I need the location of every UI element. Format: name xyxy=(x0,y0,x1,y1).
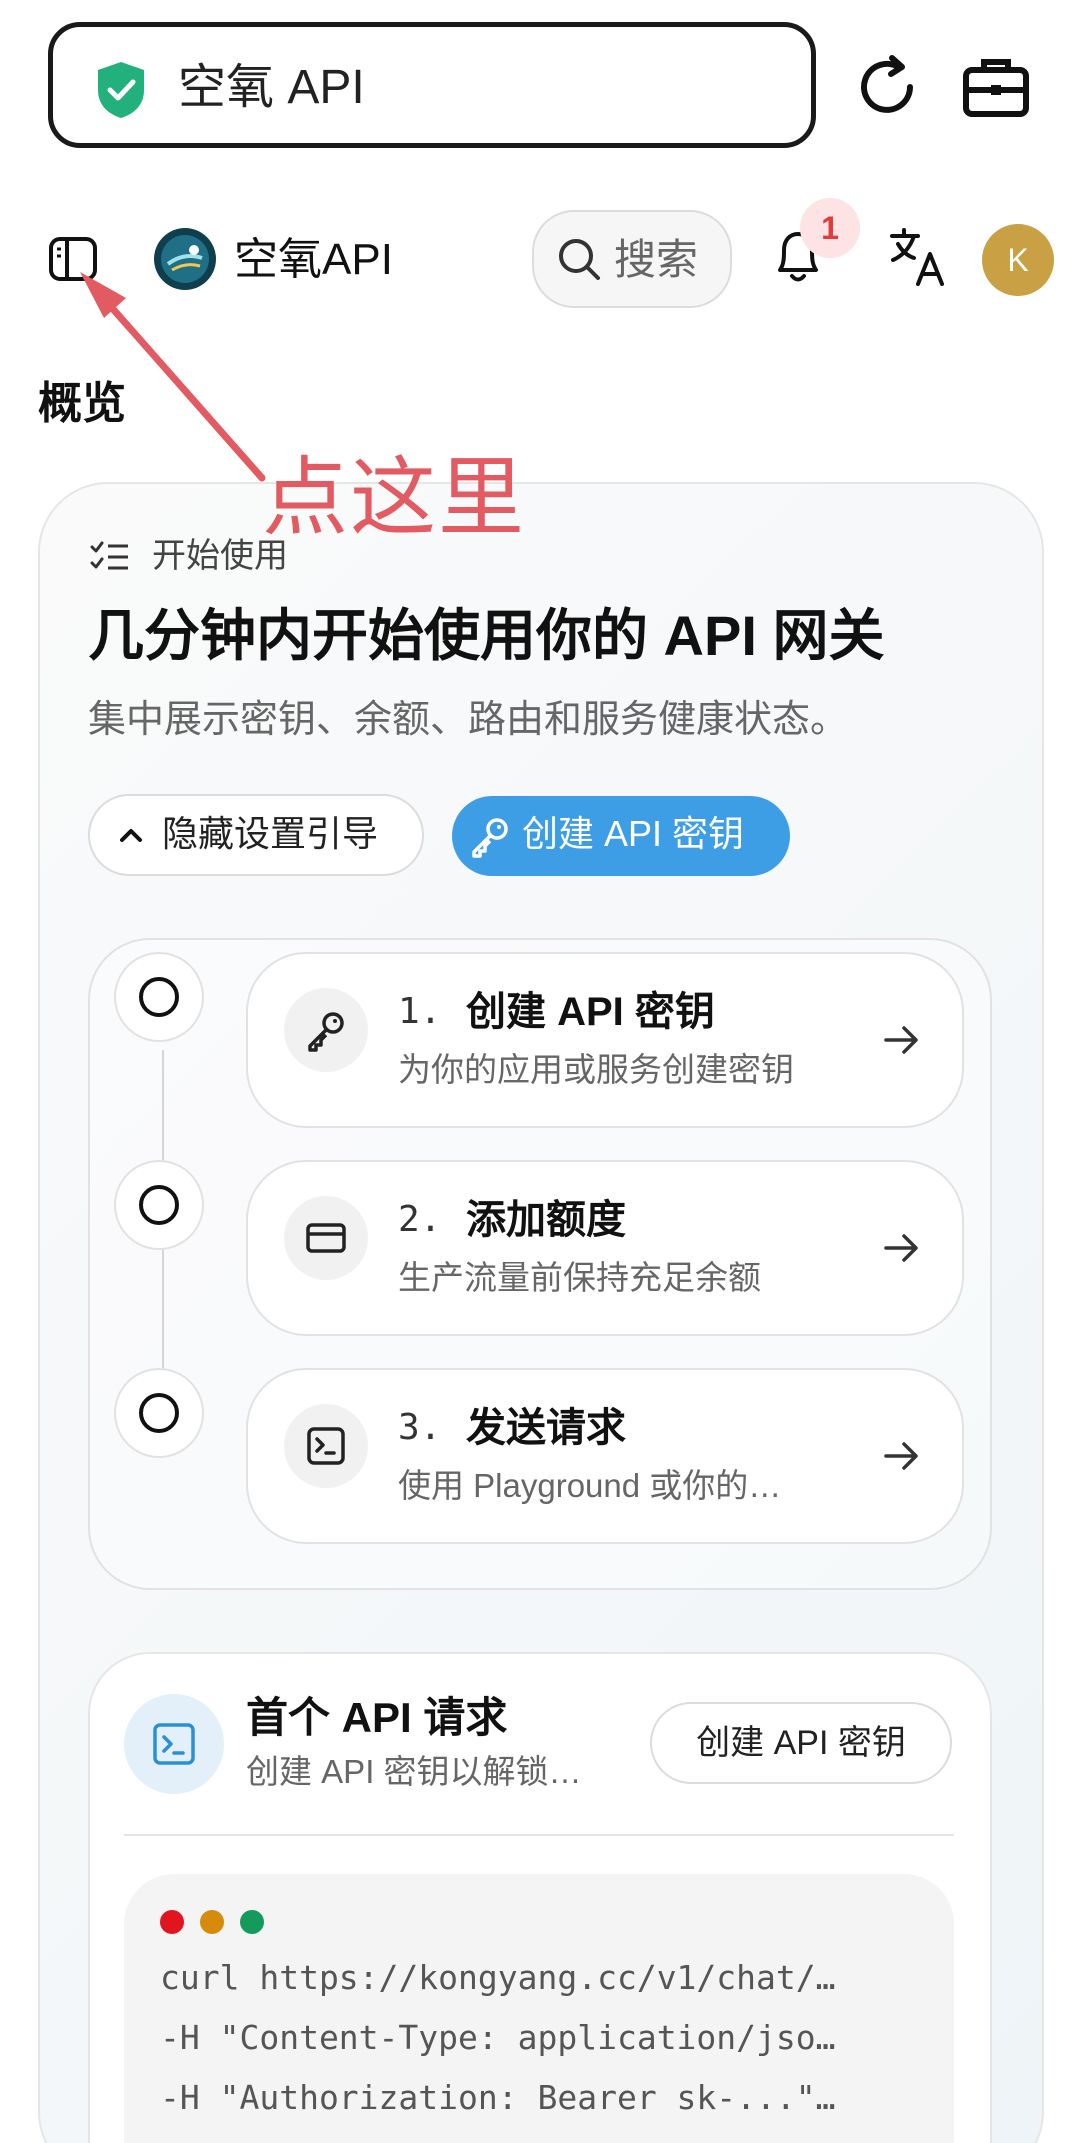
step-1-description: 为你的应用或服务创建密钥 xyxy=(398,1051,794,1088)
translate-icon[interactable] xyxy=(888,226,948,288)
hero-subtitle: 集中展示密钥、余额、路由和服务健康状态。 xyxy=(88,699,849,741)
checklist-icon xyxy=(90,541,128,570)
shield-check-icon xyxy=(98,62,144,118)
step-3-number: 3. xyxy=(398,1407,442,1448)
toolbox-icon[interactable] xyxy=(960,52,1032,122)
step-3-description: 使用 Playground 或你的… xyxy=(398,1467,782,1504)
window-dot-red xyxy=(160,1910,184,1934)
arrow-right-icon xyxy=(884,1026,918,1054)
step-2-status-icon xyxy=(114,1160,204,1250)
terminal-icon xyxy=(307,1427,345,1465)
step-3-status-icon xyxy=(114,1368,204,1458)
credit-card-icon xyxy=(306,1223,346,1253)
search-icon xyxy=(559,239,600,280)
create-api-key-label: 创建 API 密钥 xyxy=(522,813,745,854)
search-label: 搜索 xyxy=(614,236,699,283)
step-2-description: 生产流量前保持充足余额 xyxy=(398,1259,761,1296)
hero-title: 几分钟内开始使用你的 API 网关 xyxy=(88,604,885,667)
step-1-number: 1. xyxy=(398,991,442,1032)
sidebar-toggle-icon[interactable] xyxy=(48,236,98,282)
divider xyxy=(124,1834,954,1836)
annotation-label: 点这里 xyxy=(262,450,526,546)
reload-icon[interactable] xyxy=(852,52,922,122)
key-icon xyxy=(308,1012,344,1052)
arrow-right-icon xyxy=(884,1442,918,1470)
arrow-right-icon xyxy=(884,1234,918,1262)
hide-setup-guide-label: 隐藏设置引导 xyxy=(162,813,379,854)
code-line-3: -H "Authorization: Bearer sk-..."… xyxy=(160,2078,836,2117)
chevron-up-icon xyxy=(120,829,142,842)
step-2-title: 添加额度 xyxy=(466,1198,626,1242)
first-request-subtitle: 创建 API 密钥以解锁… xyxy=(246,1753,582,1790)
brand-name[interactable]: 空氧API xyxy=(234,232,393,288)
step-1-status-icon xyxy=(114,952,204,1042)
terminal-icon xyxy=(153,1723,195,1765)
step-2-number: 2. xyxy=(398,1199,442,1240)
step-3-title: 发送请求 xyxy=(466,1406,626,1450)
code-line-2: -H "Content-Type: application/jso… xyxy=(160,2018,836,2057)
url-title[interactable]: 空氧 API xyxy=(178,56,365,120)
key-icon xyxy=(472,818,508,858)
step-1-title: 创建 API 密钥 xyxy=(466,990,715,1034)
address-bar[interactable] xyxy=(48,22,816,148)
first-request-create-key-button[interactable]: 创建 API 密钥 xyxy=(650,1702,952,1784)
page-title: 概览 xyxy=(38,379,126,428)
code-line-1: curl https://kongyang.cc/v1/chat/… xyxy=(160,1958,836,1997)
user-avatar[interactable]: K xyxy=(982,224,1054,296)
notification-badge: 1 xyxy=(800,198,860,258)
window-dot-yellow xyxy=(200,1910,224,1934)
brand-logo[interactable] xyxy=(154,228,216,290)
first-request-title: 首个 API 请求 xyxy=(246,1694,508,1741)
logo-mark-icon xyxy=(161,235,209,283)
window-dot-green xyxy=(240,1910,264,1934)
